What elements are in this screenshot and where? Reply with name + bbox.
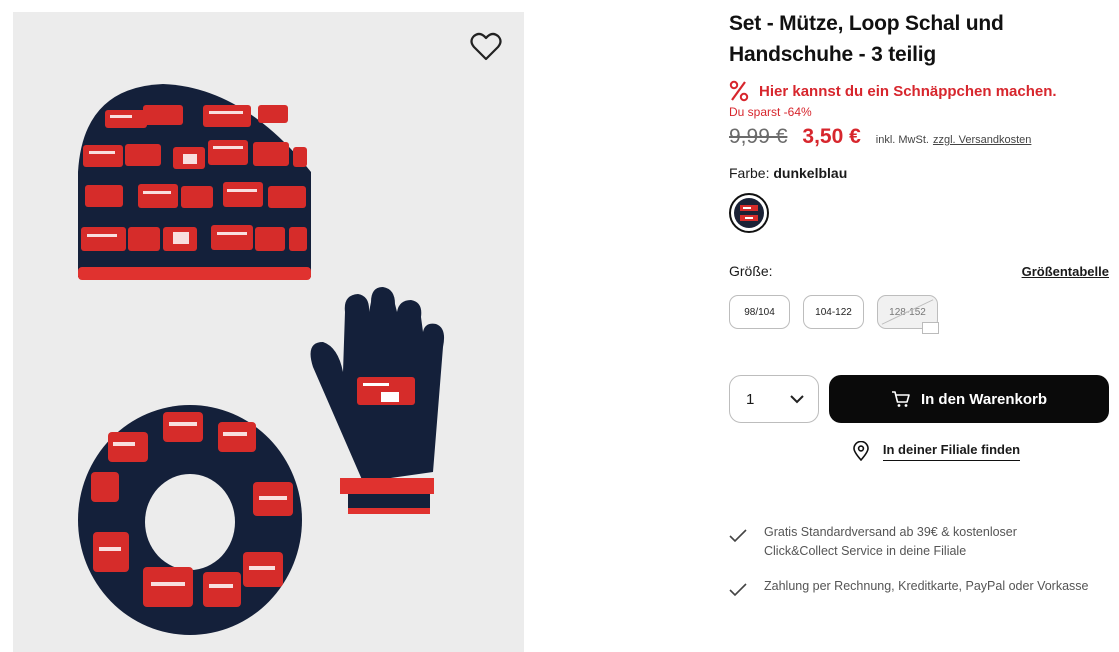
- location-pin-icon: [853, 441, 869, 461]
- add-to-cart-label: In den Warenkorb: [920, 390, 1048, 408]
- benefit-item: Gratis Standardversand ab 39€ & kostenlo…: [729, 523, 1109, 561]
- product-image-panel[interactable]: [13, 12, 524, 652]
- product-info: Set - Mütze, Loop Schal und Handschuhe -…: [729, 8, 1109, 613]
- new-price: 3,50 €: [802, 125, 861, 148]
- color-swatch-dunkelblau[interactable]: [729, 193, 769, 233]
- savings-text: Du sparst -64%: [729, 105, 812, 119]
- benefits-list: Gratis Standardversand ab 39€ & kostenlo…: [729, 523, 1109, 597]
- size-option-128-152[interactable]: 128-152: [877, 295, 939, 334]
- store-finder: In deiner Filiale finden: [729, 441, 1109, 461]
- color-label: Farbe: dunkelblau: [729, 165, 1109, 181]
- add-to-cart-button[interactable]: In den Warenkorb: [829, 375, 1109, 423]
- add-to-cart-row: 1 In den Warenkorb: [729, 375, 1109, 423]
- product-image: [78, 84, 445, 635]
- check-icon: [729, 583, 747, 597]
- deal-banner: Hier kannst du ein Schnäppchen machen.: [729, 80, 1109, 102]
- chevron-down-icon: [790, 394, 804, 403]
- color-value: dunkelblau: [773, 165, 848, 181]
- quantity-select[interactable]: 1: [729, 375, 819, 423]
- check-icon: [729, 529, 747, 543]
- notify-mail-icon: [922, 322, 939, 334]
- product-title-line1: Set - Mütze, Loop Schal und: [729, 12, 1004, 35]
- percent-icon: [729, 80, 749, 102]
- price-row: 9,99 € 3,50 € inkl. MwSt. zzgl. Versandk…: [729, 125, 1109, 149]
- size-option-104-122[interactable]: 104-122: [803, 295, 864, 329]
- benefit-text: Gratis Standardversand ab 39€ & kostenlo…: [764, 525, 1017, 558]
- swatch-image: [734, 198, 764, 228]
- gloves-illustration: [310, 287, 445, 514]
- hat-illustration: [78, 84, 311, 280]
- old-price: 9,99 €: [729, 125, 788, 148]
- find-in-store-link[interactable]: In deiner Filiale finden: [882, 442, 1021, 461]
- size-chart-link[interactable]: Größentabelle: [1022, 264, 1109, 279]
- cart-icon: [891, 391, 910, 407]
- size-label: Größe:: [729, 263, 773, 279]
- heart-icon[interactable]: [470, 32, 502, 62]
- benefit-item: Zahlung per Rechnung, Kreditkarte, PayPa…: [729, 577, 1109, 597]
- scarf-illustration: [78, 405, 302, 635]
- size-header: Größe: Größentabelle: [729, 263, 1109, 279]
- product-title-line2: Handschuhe - 3 teilig: [729, 43, 936, 66]
- color-label-text: Farbe:: [729, 165, 770, 181]
- product-title: Set - Mütze, Loop Schal und Handschuhe -…: [729, 8, 1109, 70]
- quantity-value: 1: [746, 390, 755, 408]
- shipping-cost-link[interactable]: zzgl. Versandkosten: [933, 134, 1031, 146]
- benefit-text: Zahlung per Rechnung, Kreditkarte, PayPa…: [764, 579, 1089, 593]
- swatch-pattern: [740, 205, 758, 221]
- deal-text: Hier kannst du ein Schnäppchen machen.: [759, 82, 1057, 100]
- size-options: 98/104 104-122 128-152: [729, 295, 1109, 334]
- tax-note: inkl. MwSt.: [875, 134, 929, 146]
- size-option-98-104[interactable]: 98/104: [729, 295, 790, 329]
